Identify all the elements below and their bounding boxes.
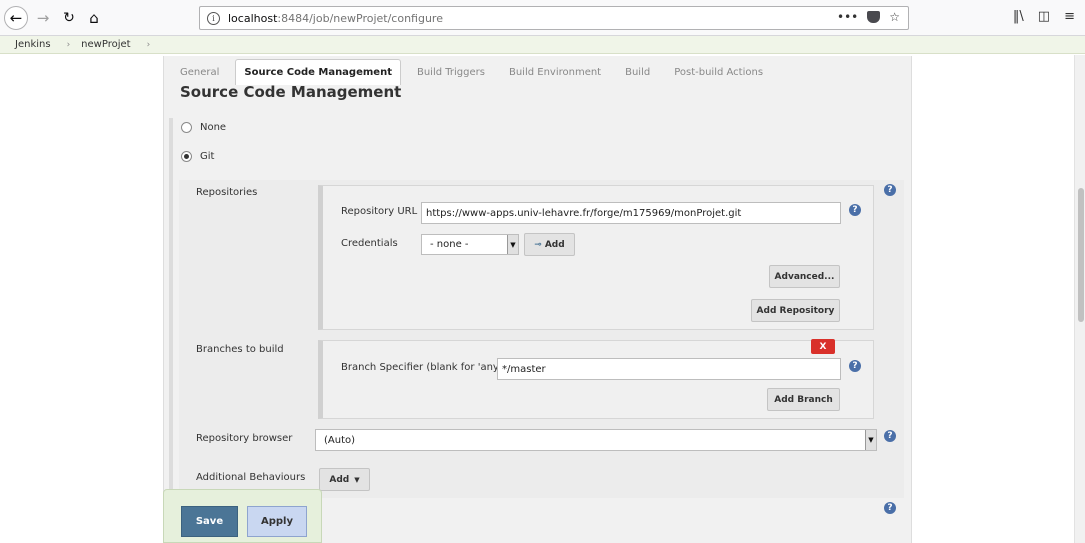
repository-config: Repository URL https://www-apps.univ-leh… bbox=[318, 185, 874, 330]
save-apply-bar: Save Apply bbox=[163, 489, 322, 543]
page-actions-icon[interactable]: ••• bbox=[837, 10, 858, 24]
credentials-select[interactable]: - none - ▼ bbox=[421, 234, 519, 255]
credentials-value: - none - bbox=[430, 239, 469, 250]
save-button[interactable]: Save bbox=[181, 506, 238, 537]
back-icon[interactable]: ← bbox=[4, 6, 28, 30]
home-icon[interactable]: ⌂ bbox=[82, 6, 106, 30]
url-host: localhost bbox=[228, 11, 278, 25]
scm-git-radio[interactable] bbox=[181, 151, 192, 162]
add-branch-button[interactable]: Add Branch bbox=[767, 388, 840, 411]
key-icon: ⊸ bbox=[534, 239, 542, 250]
breadcrumb-jenkins[interactable]: Jenkins bbox=[0, 39, 51, 50]
breadcrumb-newprojet[interactable]: newProjet bbox=[70, 39, 130, 50]
repository-browser-select[interactable]: (Auto) ▼ bbox=[315, 429, 877, 451]
browser-tools: ‖\ ◫ ≡ bbox=[1013, 9, 1075, 24]
repository-browser-value: (Auto) bbox=[324, 434, 356, 446]
breadcrumb-separator-icon: › bbox=[66, 39, 71, 50]
tab-build-triggers[interactable]: Build Triggers bbox=[405, 59, 497, 85]
help-icon[interactable]: ? bbox=[884, 430, 896, 442]
repository-url-label: Repository URL bbox=[341, 206, 418, 217]
scm-git-label: Git bbox=[200, 151, 215, 162]
section-title: Source Code Management bbox=[180, 83, 402, 101]
apply-button[interactable]: Apply bbox=[247, 506, 307, 537]
tab-source-code-management[interactable]: Source Code Management bbox=[235, 59, 401, 85]
pocket-icon[interactable] bbox=[867, 11, 881, 23]
config-tabs: General Source Code Management Build Tri… bbox=[164, 56, 913, 85]
scrollbar-thumb[interactable] bbox=[1078, 188, 1084, 322]
scm-none-radio[interactable] bbox=[181, 122, 192, 133]
scm-git-option[interactable]: Git bbox=[181, 151, 214, 162]
repository-url-input[interactable]: https://www-apps.univ-lehavre.fr/forge/m… bbox=[421, 202, 841, 224]
library-icon[interactable]: ‖\ bbox=[1013, 9, 1024, 24]
add-behaviour-label: Add bbox=[329, 474, 350, 485]
advanced-button[interactable]: Advanced... bbox=[769, 265, 840, 288]
bookmark-star-icon[interactable]: ☆ bbox=[889, 10, 900, 24]
scm-none-option[interactable]: None bbox=[181, 122, 226, 133]
info-icon[interactable]: i bbox=[207, 11, 220, 25]
forward-icon[interactable]: → bbox=[31, 6, 55, 30]
browser-toolbar: ← → ↻ ⌂ i localhost:8484/job/newProjet/c… bbox=[0, 0, 1085, 36]
chevron-down-icon: ▼ bbox=[865, 430, 876, 450]
branch-config: X Branch Specifier (blank for 'any') */m… bbox=[318, 339, 874, 419]
branch-specifier-input[interactable]: */master bbox=[497, 358, 841, 380]
add-repository-button[interactable]: Add Repository bbox=[751, 299, 840, 322]
breadcrumb: Jenkins › newProjet › bbox=[0, 36, 1085, 54]
help-icon[interactable]: ? bbox=[849, 360, 861, 372]
page-scrollbar[interactable] bbox=[1074, 55, 1085, 543]
help-icon[interactable]: ? bbox=[884, 184, 896, 196]
branches-label: Branches to build bbox=[196, 344, 284, 355]
repository-browser-label: Repository browser bbox=[196, 433, 293, 444]
repositories-label: Repositories bbox=[196, 187, 258, 198]
url-actions: ••• ☆ bbox=[837, 10, 900, 24]
tab-build[interactable]: Build bbox=[613, 59, 662, 85]
tab-build-environment[interactable]: Build Environment bbox=[497, 59, 613, 85]
menu-icon[interactable]: ≡ bbox=[1064, 9, 1075, 24]
add-credentials-label: Add bbox=[544, 239, 565, 250]
reload-icon[interactable]: ↻ bbox=[57, 6, 81, 30]
help-icon[interactable]: ? bbox=[884, 502, 896, 514]
chevron-down-icon: ▼ bbox=[507, 235, 518, 254]
sidebar-icon[interactable]: ◫ bbox=[1038, 9, 1050, 24]
delete-branch-button[interactable]: X bbox=[811, 339, 835, 354]
additional-behaviours-label: Additional Behaviours bbox=[196, 472, 306, 483]
help-icon[interactable]: ? bbox=[849, 204, 861, 216]
credentials-label: Credentials bbox=[341, 238, 398, 249]
add-behaviour-button[interactable]: Add ▼ bbox=[319, 468, 370, 491]
scm-none-label: None bbox=[200, 122, 227, 133]
address-bar[interactable]: i localhost:8484/job/newProjet/configure… bbox=[199, 6, 909, 30]
tab-general[interactable]: General bbox=[164, 59, 231, 85]
url-path: :8484/job/newProjet/configure bbox=[277, 11, 443, 25]
branch-specifier-label: Branch Specifier (blank for 'any') bbox=[341, 362, 506, 373]
configure-panel: General Source Code Management Build Tri… bbox=[163, 56, 912, 543]
breadcrumb-separator-icon: › bbox=[146, 39, 151, 50]
chevron-down-icon: ▼ bbox=[354, 475, 360, 484]
add-credentials-button[interactable]: ⊸ Add bbox=[524, 233, 575, 256]
section-rule bbox=[169, 118, 173, 543]
tab-post-build-actions[interactable]: Post-build Actions bbox=[662, 59, 775, 85]
